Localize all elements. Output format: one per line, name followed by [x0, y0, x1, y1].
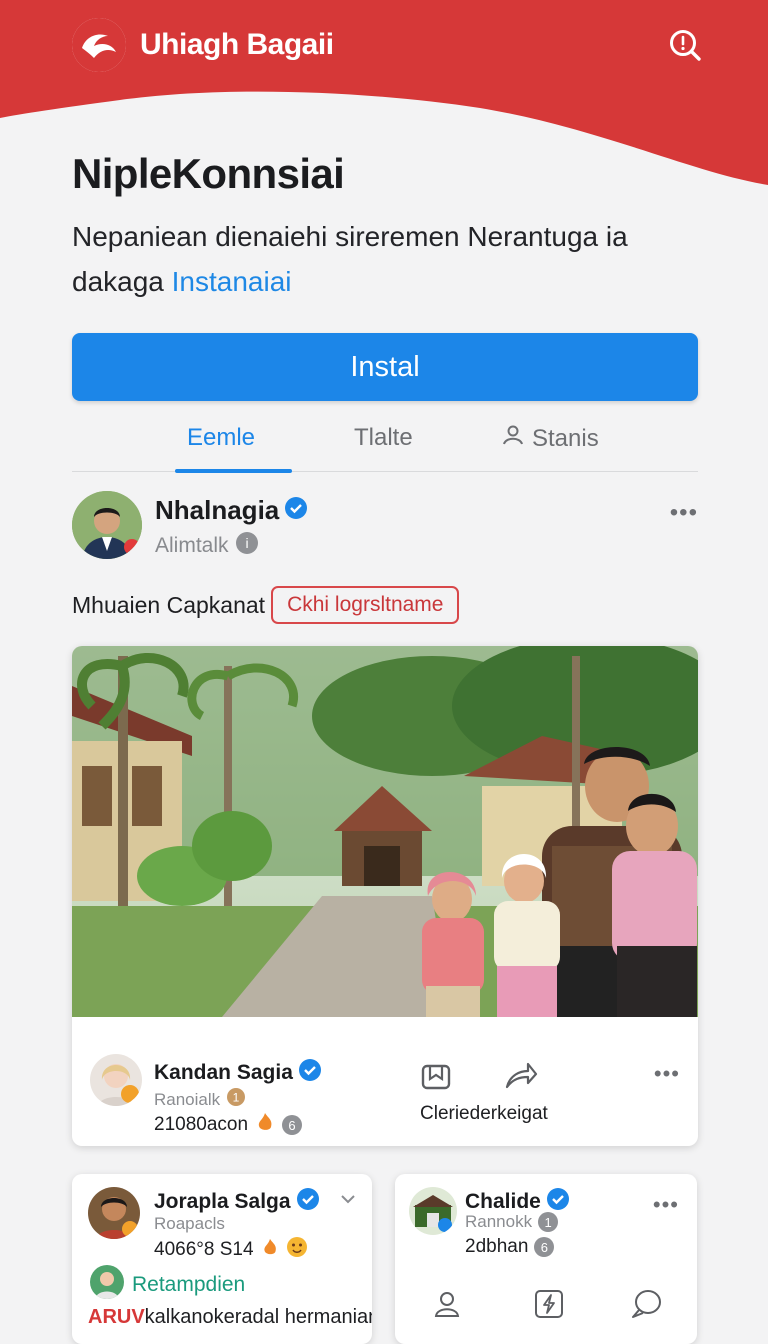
tab-bar: Eemle Tlalte Stanis: [72, 414, 698, 473]
tab-stanis[interactable]: Stanis: [502, 424, 599, 453]
post-photo[interactable]: [72, 646, 698, 1017]
author-name[interactable]: Nhalnagia: [155, 495, 308, 526]
description-text: Nepaniean dienaiehi sireremen Nerantuga …: [72, 221, 628, 297]
info-icon: 1: [538, 1212, 559, 1232]
tab-tlalte[interactable]: Tlalte: [354, 424, 413, 452]
card-author-name[interactable]: Jorapla Salga: [154, 1188, 319, 1216]
footer-author-handle-text: Ranoialk: [154, 1089, 221, 1109]
svg-text:1: 1: [233, 1091, 240, 1105]
avatar[interactable]: [90, 1054, 142, 1106]
footer-stat-text: 21080acon: [154, 1114, 249, 1135]
page-title: NipleKonnsiai: [72, 150, 345, 197]
card-stat-text: 4066°8 S14: [154, 1239, 254, 1260]
card-footer-body: kalkanokeradal hermanian: [144, 1306, 372, 1328]
bookmark-icon[interactable]: [420, 1061, 452, 1098]
post-footer: Kandan Sagia Ranoialk 1 21080acon 6 Cler…: [72, 1041, 698, 1146]
flame-icon: [260, 1237, 280, 1263]
caption-text: Mhuaien Capkanat: [72, 591, 266, 618]
tab-active-indicator: [175, 469, 292, 473]
footer-author-name[interactable]: Kandan Sagia: [154, 1059, 321, 1087]
caption-tag[interactable]: Ckhi logrsltname: [271, 586, 460, 624]
verified-icon: [296, 1188, 319, 1216]
card-stat-text: 2dbhan: [465, 1236, 529, 1257]
tab-label: Stanis: [532, 424, 599, 452]
chevron-down-icon[interactable]: [340, 1192, 356, 1210]
post-author: Nhalnagia Alimtalk i •••: [72, 491, 698, 561]
person-icon: [502, 424, 524, 453]
tab-label: Tlalte: [354, 424, 413, 451]
brand-name: Uhiagh Bagaii: [140, 28, 334, 61]
chat-icon[interactable]: [629, 1288, 663, 1325]
flame-icon: [254, 1111, 276, 1139]
verified-icon: [298, 1059, 321, 1087]
info-icon: 1: [226, 1087, 246, 1112]
flash-icon[interactable]: [533, 1288, 565, 1325]
card-link[interactable]: Retampdien: [132, 1273, 245, 1297]
card-footer-text: ARUVkalkanokeradal hermanian: [88, 1306, 372, 1329]
more-options-icon[interactable]: •••: [654, 1061, 680, 1087]
post-card: Kandan Sagia Ranoialk 1 21080acon 6 Cler…: [72, 646, 698, 1146]
tab-eemle[interactable]: Eemle: [187, 424, 255, 452]
brand-logo-icon: [72, 18, 126, 72]
card-footer-prefix: ARUV: [88, 1306, 145, 1328]
brand[interactable]: Uhiagh Bagaii: [72, 18, 334, 72]
info-icon: 6: [282, 1115, 303, 1135]
card-left[interactable]: Jorapla Salga Roapacls 4066°8 S14 Retamp…: [72, 1174, 372, 1344]
description: Nepaniean dienaiehi sireremen Nerantuga …: [72, 214, 702, 304]
card-stat: 2dbhan 6: [465, 1236, 555, 1258]
footer-stat: 21080acon 6: [154, 1111, 303, 1139]
card-author-handle: Roapacls: [154, 1214, 225, 1233]
card-stat: 4066°8 S14: [154, 1236, 308, 1264]
author-name-text: Nhalnagia: [155, 495, 280, 525]
footer-action-label[interactable]: Cleriederkeigat: [420, 1103, 548, 1125]
avatar[interactable]: [409, 1187, 457, 1235]
footer-author-name-text: Kandan Sagia: [154, 1061, 293, 1084]
avatar[interactable]: [72, 491, 142, 559]
card-author-handle-text: Rannokk: [465, 1212, 533, 1231]
post-caption: Mhuaien Capkanat Ckhi logrsltname: [72, 586, 460, 624]
search-icon[interactable]: [666, 26, 704, 64]
emoji-icon: [286, 1236, 308, 1264]
author-handle: Alimtalk i: [155, 531, 259, 561]
profile-icon[interactable]: [431, 1288, 463, 1325]
install-button[interactable]: Instal: [72, 333, 698, 401]
author-handle-text: Alimtalk: [155, 534, 229, 557]
info-icon: 6: [534, 1237, 555, 1257]
more-options-icon[interactable]: •••: [670, 499, 698, 527]
avatar[interactable]: [90, 1265, 124, 1299]
more-options-icon[interactable]: •••: [653, 1192, 679, 1218]
tab-label: Eemle: [187, 424, 256, 451]
share-icon[interactable]: [504, 1061, 538, 1096]
verified-icon: [285, 495, 308, 526]
info-icon: i: [235, 531, 259, 561]
avatar[interactable]: [88, 1187, 140, 1239]
description-link[interactable]: Instanaiai: [172, 266, 292, 297]
card-author-handle: Rannokk 1: [465, 1212, 559, 1232]
footer-author-handle: Ranoialk 1: [154, 1087, 246, 1112]
svg-text:i: i: [245, 535, 248, 551]
card-author-name-text: Chalide: [465, 1190, 541, 1213]
card-right[interactable]: Chalide ••• Rannokk 1 2dbhan 6: [395, 1174, 697, 1344]
card-author-name-text: Jorapla Salga: [154, 1190, 291, 1213]
